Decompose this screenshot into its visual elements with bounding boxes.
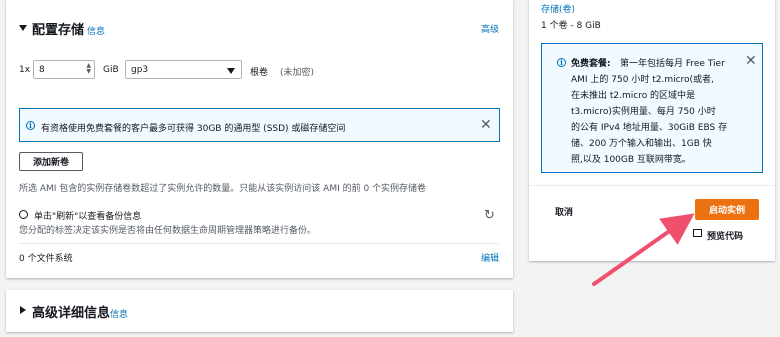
summary-panel: 存储(卷) 1 个卷 - 8 GiB i 免费套餐: 第一年包括每月 Free … — [529, 0, 775, 261]
free-tier-line-2: AMI 上的 750 小时 t2.micro(或者, — [571, 75, 714, 85]
free-tier-line-3: 在未推出 t2.micro 的区域中是 — [571, 91, 696, 101]
advanced-info-link[interactable]: 信息 — [110, 307, 128, 320]
free-tier-line-7: 照,以及 100GB 互联网带宽。 — [571, 155, 691, 165]
collapse-caret-icon[interactable] — [19, 25, 27, 31]
launch-instance-button[interactable]: 启动实例 — [695, 199, 759, 220]
close-icon[interactable]: ✕ — [745, 54, 757, 68]
free-tier-line-5: 的公有 IPv4 地址用量、30GiB EBS 存 — [571, 123, 728, 133]
free-tier-label: 免费套餐: — [571, 59, 611, 69]
divider — [529, 185, 775, 186]
volume-count-label: 1x — [19, 65, 31, 75]
volume-size-input[interactable]: 8 ▲ ▼ — [33, 60, 95, 79]
refresh-icon[interactable]: ↻ — [484, 208, 495, 223]
cancel-button[interactable]: 取消 — [555, 205, 573, 218]
stepper-icon[interactable]: ▲ ▼ — [86, 63, 91, 75]
close-icon[interactable]: ✕ — [480, 118, 492, 132]
filesystems-label: 0 个文件系统 — [19, 254, 73, 264]
edit-link[interactable]: 编辑 — [481, 251, 499, 264]
encryption-label: (未加密) — [280, 68, 315, 78]
free-tier-alert-text: 有资格使用免费套餐的客户最多可获得 30GB 的通用型 (SSD) 或磁存储空间 — [41, 124, 346, 134]
ami-note: 所选 AMI 包含的实例存储卷数超过了实例允许的数量。只能从该实例访问该 AMI… — [19, 184, 427, 194]
code-preview-icon — [693, 229, 702, 237]
advanced-details-panel[interactable]: 高级详细信息 信息 — [6, 290, 513, 332]
expand-caret-icon[interactable] — [20, 306, 26, 314]
free-tier-line-6: 储、200 万个输入和输出、1GB 快 — [571, 139, 712, 149]
add-volume-button[interactable]: 添加新卷 — [19, 152, 83, 171]
volume-size-value: 8 — [39, 64, 45, 75]
preview-code-button[interactable]: 预览代码 — [707, 229, 743, 242]
volume-kind-label: 根卷 — [250, 68, 269, 78]
info-icon: i — [26, 121, 35, 130]
divider — [19, 243, 500, 244]
free-tier-line-1: 第一年包括每月 Free Tier — [620, 59, 725, 69]
storage-summary-link[interactable]: 存储(卷) — [541, 2, 575, 15]
dropdown-caret-icon — [227, 68, 235, 74]
clock-icon — [19, 210, 28, 219]
info-link[interactable]: 信息 — [87, 24, 105, 37]
configure-storage-panel: 配置存储 信息 高级 1x 8 ▲ ▼ GiB gp3 根卷 (未加密) i 有资… — [6, 0, 513, 278]
unit-label: GiB — [103, 65, 119, 75]
volume-type-select[interactable]: gp3 — [125, 60, 242, 79]
advanced-title[interactable]: 高级详细信息 — [32, 302, 110, 321]
free-tier-line-4: t3.micro)实例用量、每月 750 小时 — [571, 107, 716, 117]
free-tier-summary-alert: i 免费套餐: 第一年包括每月 Free Tier AMI 上的 750 小时 … — [541, 43, 763, 173]
volume-type-value: gp3 — [131, 64, 149, 75]
section-title: 配置存储 — [32, 23, 85, 38]
storage-summary-value: 1 个卷 - 8 GiB — [541, 21, 601, 31]
info-icon: i — [557, 58, 566, 67]
backup-title: 单击"刷新"以查看备份信息 — [34, 212, 142, 222]
backup-description: 您分配的标签决定该实例是否将由任何数据生命周期管理器策略进行备份。 — [19, 226, 317, 236]
free-tier-alert: i 有资格使用免费套餐的客户最多可获得 30GB 的通用型 (SSD) 或磁存储… — [19, 108, 500, 142]
advanced-link[interactable]: 高级 — [481, 22, 499, 35]
